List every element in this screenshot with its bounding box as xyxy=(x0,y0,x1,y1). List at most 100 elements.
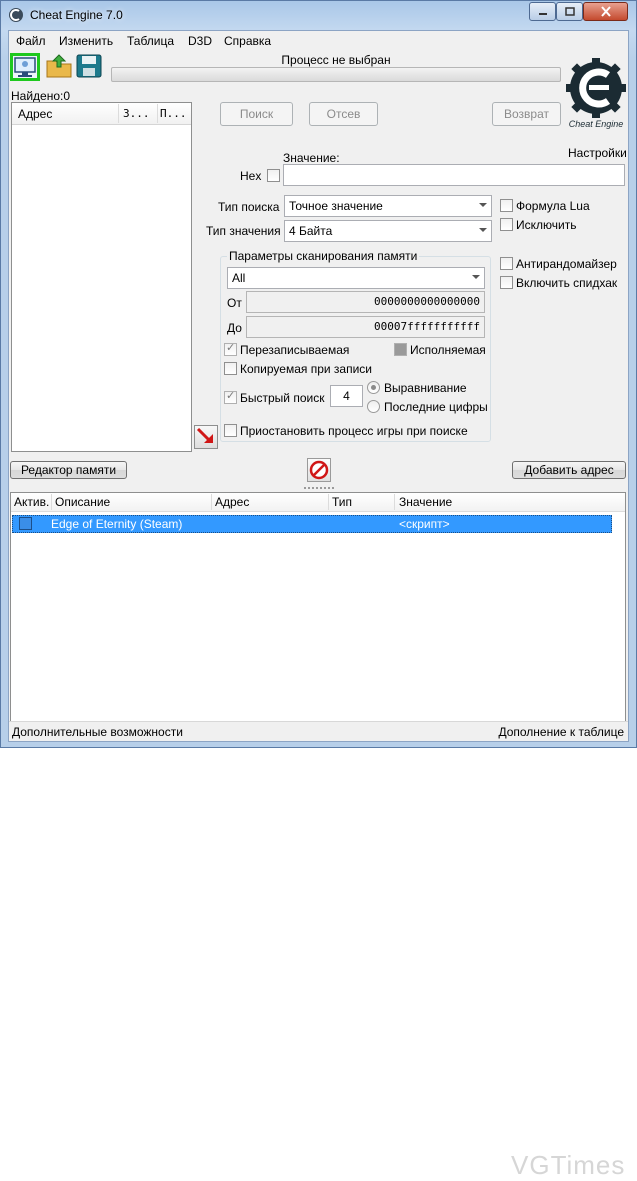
watermark: VGTimes xyxy=(511,1150,626,1180)
menu-table[interactable]: Таблица xyxy=(127,34,174,48)
chevron-down-icon xyxy=(472,275,480,279)
maximize-icon xyxy=(564,7,575,16)
row-value: <скрипт> xyxy=(399,517,450,531)
memory-view-button[interactable]: Редактор памяти xyxy=(10,461,127,479)
speedhack-label: Включить спидхак xyxy=(516,276,618,290)
from-address-input[interactable]: 0000000000000000 xyxy=(246,291,485,313)
save-button[interactable] xyxy=(75,53,105,81)
unrandomizer-checkbox[interactable] xyxy=(500,257,513,270)
main-window: Cheat Engine 7.0 Файл Изменить Таблица D… xyxy=(0,0,637,1180)
chevron-down-icon xyxy=(479,203,487,207)
maximize-button[interactable] xyxy=(556,2,583,21)
writable-label: Перезаписываемая xyxy=(240,343,350,357)
grip-icon xyxy=(304,487,334,489)
scan-progress-bar xyxy=(111,67,561,82)
fast-scan-checkbox[interactable] xyxy=(224,389,237,404)
to-label: До xyxy=(227,321,242,335)
lua-formula-checkbox[interactable] xyxy=(500,199,513,212)
value-label: Значение: xyxy=(283,151,340,165)
open-process-button[interactable] xyxy=(10,53,40,81)
executable-checkbox[interactable] xyxy=(394,343,407,356)
close-icon xyxy=(600,6,611,17)
lua-formula-label: Формула Lua xyxy=(516,199,590,213)
col-description[interactable]: Описание xyxy=(55,495,110,509)
menu-help[interactable]: Справка xyxy=(224,34,271,48)
copy-on-write-checkbox[interactable] xyxy=(224,362,237,375)
open-file-icon xyxy=(46,54,72,78)
advanced-options-link[interactable]: Дополнительные возможности xyxy=(12,725,183,739)
menu-file[interactable]: Файл xyxy=(16,34,46,48)
fast-scan-alignment-input[interactable]: 4 xyxy=(330,385,363,407)
minimize-icon xyxy=(538,12,547,15)
undo-scan-button[interactable]: Возврат xyxy=(492,102,561,126)
col-previous[interactable]: П... xyxy=(160,107,187,121)
settings-link[interactable]: Настройки xyxy=(568,146,627,160)
table-row[interactable]: Edge of Eternity (Steam) <скрипт> xyxy=(12,515,612,533)
row-description: Edge of Eternity (Steam) xyxy=(51,517,183,531)
pause-game-label: Приостановить процесс игры при поиске xyxy=(240,424,468,438)
exclude-checkbox[interactable] xyxy=(500,218,513,231)
next-scan-button[interactable]: Отсев xyxy=(309,102,378,126)
menu-edit[interactable]: Изменить xyxy=(59,34,113,48)
scan-type-value: Точное значение xyxy=(289,199,383,213)
from-label: От xyxy=(227,296,242,310)
logo-text: Cheat Engine xyxy=(569,119,624,129)
col-type[interactable]: Тип xyxy=(332,495,352,509)
minimize-button[interactable] xyxy=(529,2,556,21)
hex-label: Hex xyxy=(240,169,262,183)
save-icon xyxy=(76,54,102,78)
menu-bar: Файл Изменить Таблица D3D Справка xyxy=(9,31,628,51)
alignment-label: Выравнивание xyxy=(384,381,467,395)
last-digits-label: Последние цифры xyxy=(384,400,488,414)
to-address-input[interactable]: 00007fffffffffff xyxy=(246,316,485,338)
window-title: Cheat Engine 7.0 xyxy=(30,8,123,22)
title-bar[interactable]: Cheat Engine 7.0 xyxy=(1,1,636,29)
menu-d3d[interactable]: D3D xyxy=(188,34,212,48)
active-checkbox[interactable] xyxy=(19,517,32,530)
cheat-engine-logo-icon: Cheat Engine xyxy=(566,58,626,129)
table-extras-link[interactable]: Дополнение к таблице xyxy=(498,725,624,739)
writable-checkbox[interactable] xyxy=(224,341,237,356)
stop-button[interactable] xyxy=(307,458,331,482)
add-address-button[interactable]: Добавить адрес xyxy=(512,461,626,479)
exclude-label: Исключить xyxy=(516,218,577,232)
col-active[interactable]: Актив. xyxy=(14,495,49,509)
found-count: Найдено:0 xyxy=(11,89,71,103)
cheat-engine-logo[interactable]: Cheat Engine xyxy=(565,57,627,145)
value-input[interactable] xyxy=(283,164,625,186)
found-results-list[interactable]: Адрес З... П... xyxy=(11,102,192,452)
arrow-down-right-icon xyxy=(196,427,213,443)
value-type-value: 4 Байта xyxy=(289,224,333,238)
splitter-handle[interactable] xyxy=(9,487,628,491)
col-address[interactable]: Адрес xyxy=(18,107,52,121)
hex-checkbox[interactable] xyxy=(267,169,280,182)
open-file-button[interactable] xyxy=(45,53,75,81)
cheat-table[interactable]: Актив. Описание Адрес Тип Значение Edge … xyxy=(10,492,626,1180)
cheat-table-header: Актив. Описание Адрес Тип Значение xyxy=(11,493,625,512)
col-address[interactable]: Адрес xyxy=(215,495,249,509)
client-area: Файл Изменить Таблица D3D Справка Процес… xyxy=(8,30,629,1180)
copy-on-write-label: Копируемая при записи xyxy=(240,362,372,376)
executable-label: Исполняемая xyxy=(410,343,486,357)
open-process-icon xyxy=(14,57,36,77)
status-bar: Дополнительные возможности Дополнение к … xyxy=(9,721,628,741)
value-type-label: Тип значения xyxy=(206,224,281,238)
col-value[interactable]: З... xyxy=(123,107,150,121)
unrandomizer-label: Антирандомайзер xyxy=(516,257,617,271)
col-value[interactable]: Значение xyxy=(399,495,452,509)
fast-scan-label: Быстрый поиск xyxy=(240,391,325,405)
stop-icon xyxy=(309,460,329,480)
first-scan-button[interactable]: Поиск xyxy=(220,102,293,126)
speedhack-checkbox[interactable] xyxy=(500,276,513,289)
add-to-table-arrow-button[interactable] xyxy=(194,425,218,449)
value-type-select[interactable]: 4 Байта xyxy=(284,220,492,242)
memory-region-select[interactable]: All xyxy=(227,267,485,289)
alignment-radio[interactable] xyxy=(367,381,380,394)
last-digits-radio[interactable] xyxy=(367,400,380,413)
pause-game-checkbox[interactable] xyxy=(224,424,237,437)
chevron-down-icon xyxy=(479,228,487,232)
process-label: Процесс не выбран xyxy=(281,53,391,67)
close-button[interactable] xyxy=(583,2,628,21)
memory-region-value: All xyxy=(232,271,246,285)
scan-type-select[interactable]: Точное значение xyxy=(284,195,492,217)
